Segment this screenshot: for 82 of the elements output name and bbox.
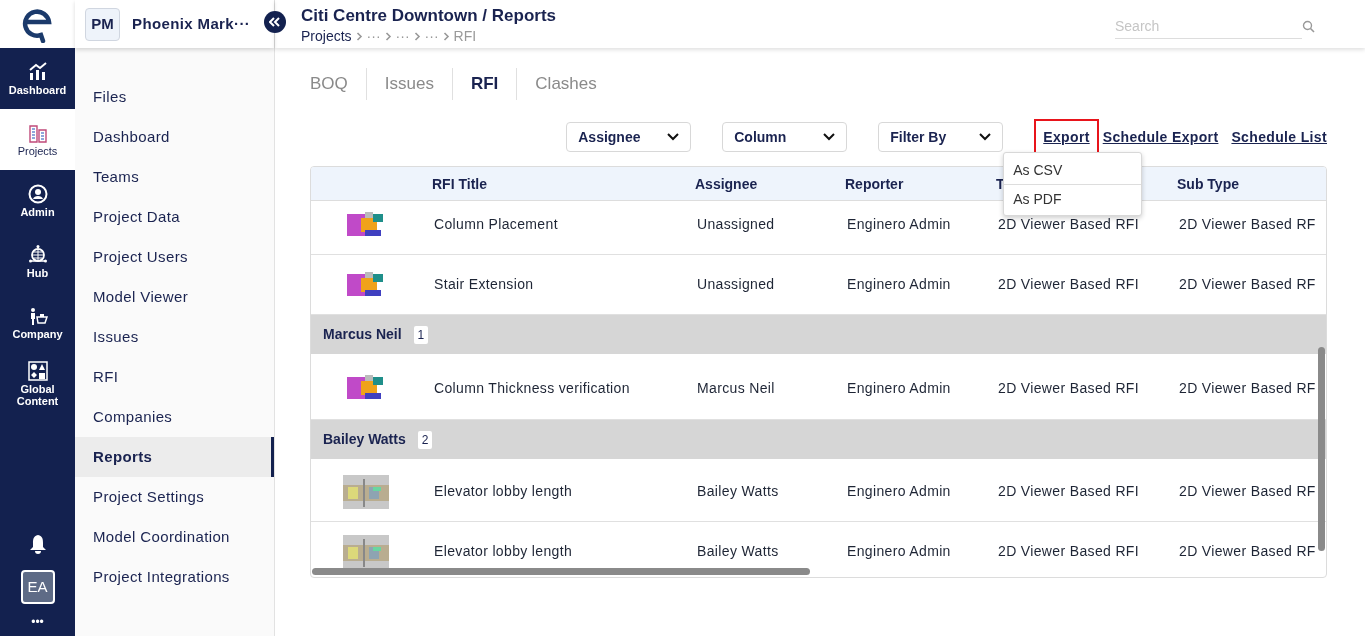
table-cell-text: 2D Viewer Based RFI <box>997 215 1140 234</box>
tab[interactable]: BOQ <box>310 71 366 97</box>
schedule-link[interactable]: Schedule List <box>1231 126 1327 148</box>
filter-dropdown[interactable]: Column <box>722 122 848 152</box>
table-cell-text: Column Thickness verification <box>433 378 631 398</box>
bar-chart-icon <box>27 61 48 82</box>
table-cell-text: 2D Viewer Based RF <box>1178 215 1317 234</box>
buildings-icon <box>27 122 48 143</box>
nav-item[interactable]: Project Data <box>75 197 274 237</box>
table-cell-text: Enginero Admin <box>846 378 952 398</box>
nav-item[interactable]: Project Settings <box>75 477 274 517</box>
page-title: Citi Centre Downtown / Reports <box>301 5 556 27</box>
globe-network-icon <box>27 244 48 265</box>
nav-item[interactable]: Companies <box>75 397 274 437</box>
nav-item[interactable]: Project Integrations <box>75 557 274 597</box>
nav-item[interactable]: Files <box>75 77 274 117</box>
table-cell-text: Column Placement <box>433 215 559 234</box>
filter-dropdown[interactable]: Filter By <box>878 122 1004 152</box>
table-cell-text: Enginero Admin <box>846 542 952 561</box>
nav-item[interactable]: RFI <box>75 357 274 397</box>
table-cell-text: 2D Viewer Based RF <box>1178 275 1317 294</box>
project-name[interactable]: Phoenix Mark··· <box>132 12 251 36</box>
chevron-right-icon <box>355 31 363 41</box>
vertical-scrollbar[interactable] <box>1318 347 1325 551</box>
nav-item[interactable]: Project Users <box>75 237 274 277</box>
table-cell-text: 2D Viewer Based RFI <box>997 378 1140 398</box>
column-header[interactable]: Reporter <box>845 175 904 192</box>
group-row[interactable]: Marcus Neil 1 <box>311 315 1326 357</box>
chevron-right-icon <box>413 31 421 41</box>
chevron-down-icon <box>667 133 680 141</box>
nav-item[interactable]: Model Coordination <box>75 517 274 557</box>
chevron-down-icon <box>823 133 836 141</box>
table-cell-text: 2D Viewer Based RF <box>1178 482 1317 501</box>
search-icon[interactable] <box>1302 19 1315 33</box>
table-cell-text: Unassigned <box>696 275 776 294</box>
breadcrumb-link[interactable]: Projects <box>301 27 352 45</box>
table-cell-text: Bailey Watts <box>696 482 780 501</box>
table-cell-text: Marcus Neil <box>696 378 776 398</box>
column-header[interactable]: Sub Type <box>1177 175 1239 192</box>
tab[interactable]: Clashes <box>517 71 615 97</box>
chevron-down-icon <box>979 133 992 141</box>
user-avatar[interactable]: EA <box>20 570 55 604</box>
count-badge: 1 <box>413 325 429 344</box>
shapes-icon <box>27 360 48 381</box>
table-cell-text: 2D Viewer Based RF <box>1178 542 1317 561</box>
table-cell-text: Unassigned <box>696 215 776 234</box>
table-cell-text: Enginero Admin <box>846 215 952 234</box>
table-cell-text: 2D Viewer Based RF <box>1178 378 1317 398</box>
nav-item[interactable]: Dashboard <box>75 117 274 157</box>
column-header[interactable]: RFI Title <box>432 175 487 192</box>
rail-item[interactable]: Projects <box>0 109 75 170</box>
nav-item[interactable]: Reports <box>75 437 274 477</box>
table-cell-text: Stair Extension <box>433 275 535 294</box>
schedule-link[interactable]: Schedule Export <box>1102 126 1219 148</box>
tab[interactable]: Issues <box>366 71 452 97</box>
more-button[interactable]: ••• <box>31 616 44 628</box>
tab[interactable]: RFI <box>452 71 517 97</box>
table-cell-text: 2D Viewer Based RFI <box>997 482 1140 501</box>
menu-item[interactable]: As PDF <box>1004 183 1142 215</box>
chevron-right-icon <box>442 31 450 41</box>
nav-item[interactable]: Model Viewer <box>75 277 274 317</box>
column-header[interactable]: Assignee <box>695 175 758 192</box>
nav-item[interactable]: Issues <box>75 317 274 357</box>
count-badge: 2 <box>417 430 433 449</box>
table-cell-text: Bailey Watts <box>696 542 780 561</box>
search-field[interactable]: Search <box>1115 13 1302 39</box>
bell-icon[interactable] <box>28 534 47 554</box>
filter-dropdown[interactable]: Assignee <box>566 122 692 152</box>
table-cell-text: Enginero Admin <box>846 482 952 501</box>
collapse-button[interactable] <box>264 11 286 33</box>
table-cell-text: Elevator lobby length <box>433 542 574 561</box>
project-avatar: PM <box>85 7 120 41</box>
user-circle-icon <box>27 183 48 204</box>
group-row[interactable]: Bailey Watts 2 <box>311 420 1326 462</box>
table-cell-text: 2D Viewer Based RFI <box>997 275 1140 294</box>
chevron-right-icon <box>384 31 392 41</box>
nav-item[interactable]: Teams <box>75 157 274 197</box>
table-cell-text: Enginero Admin <box>846 275 952 294</box>
horizontal-scrollbar[interactable] <box>312 568 810 575</box>
double-chevron-left-icon <box>269 17 281 27</box>
table-cell-text: 2D Viewer Based RFI <box>997 542 1140 561</box>
table-cell-text: Elevator lobby length <box>433 482 574 501</box>
